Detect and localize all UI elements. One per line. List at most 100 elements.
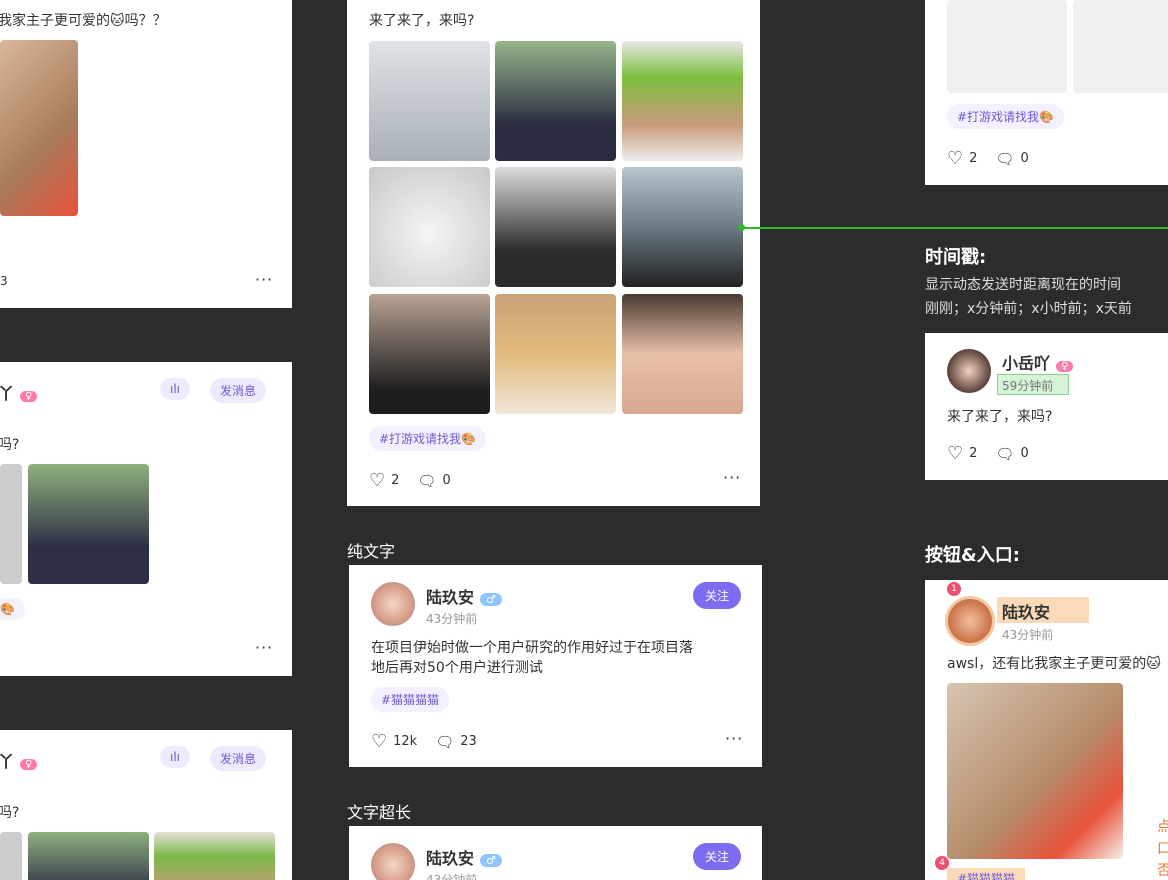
photo-placeholder-2[interactable] <box>1073 0 1168 93</box>
post-content-line-2: 地后再对50个用户进行测试 <box>371 660 543 676</box>
anime-photo[interactable] <box>28 832 149 880</box>
heart-icon: ♡ <box>947 443 964 464</box>
post-text: 我家主子更可爱的🐱吗？？ <box>0 13 167 29</box>
stats-button[interactable]: ılı <box>160 746 191 768</box>
message-button[interactable]: 发消息 <box>210 378 267 403</box>
post-text: 吗? <box>0 805 20 821</box>
comment-icon: 🗨 <box>435 732 455 751</box>
more-icon[interactable]: ··· <box>255 638 273 657</box>
post-time: 43分钟前 <box>426 873 478 880</box>
more-icon[interactable]: ··· <box>255 270 273 289</box>
user-name[interactable]: 陆玖安 ♂ <box>426 584 502 608</box>
photo-placeholder-1[interactable] <box>947 0 1067 93</box>
grid-photo-1[interactable] <box>369 41 490 161</box>
grid-photo-5[interactable] <box>495 167 616 287</box>
left-card-2: 丫 ♀ ılı 发消息 吗? 🎨 ··· <box>0 362 292 676</box>
timestamp-desc-2: 刚刚；x分钟前；x小时前；x天前 <box>925 301 1132 317</box>
post-time: 43分钟前 <box>1002 628 1054 642</box>
left-card-3: 丫 ♀ ılı 发消息 吗? <box>0 730 292 880</box>
badge-1: 1 <box>947 582 961 596</box>
gender-badge: ♀ <box>20 391 38 402</box>
message-button[interactable]: 发消息 <box>210 746 267 771</box>
follow-button[interactable]: 关注 <box>693 843 742 870</box>
like-button[interactable]: ♡ 12k <box>371 731 417 752</box>
section-plain-text: 纯文字 <box>347 542 396 561</box>
user-name[interactable]: 陆玖安 <box>1002 599 1050 623</box>
heart-icon: ♡ <box>369 470 386 491</box>
tag-partial[interactable]: 🎨 <box>0 598 25 620</box>
timestamp-demo-card: 小岳吖 ♀ 59分钟前 来了来了，来吗? ♡ 2 🗨 0 <box>925 333 1168 480</box>
grid-photo-7[interactable] <box>369 294 490 414</box>
right-top-card: #打游戏请找我🎨 ♡ 2 🗨 0 <box>925 0 1168 185</box>
comment-button[interactable]: 🗨 0 <box>995 150 1028 168</box>
like-button[interactable]: ♡ 2 <box>369 470 399 491</box>
comment-icon: 🗨 <box>995 149 1015 168</box>
anime-photo[interactable] <box>28 464 149 584</box>
gender-badge: ♀ <box>1056 361 1074 372</box>
post-text: awsl，还有比我家主子更可爱的🐱 <box>947 656 1161 672</box>
avatar[interactable] <box>371 582 415 626</box>
tag-highlight[interactable]: #猫猫猫猫 <box>947 868 1026 880</box>
post-actions: ♡ 2 🗨 0 <box>947 148 1029 169</box>
heart-icon: ♡ <box>947 148 964 169</box>
more-icon[interactable]: ··· <box>723 468 741 487</box>
side-annotation: 点 口 否 <box>1157 819 1168 879</box>
comment-button[interactable]: 🗨 23 <box>435 733 477 751</box>
comment-count: 3 <box>0 274 8 288</box>
photo-partial[interactable] <box>0 464 22 584</box>
avatar[interactable] <box>371 843 415 880</box>
post-actions: ♡ 12k 🗨 23 <box>371 731 477 752</box>
post-time: 59分钟前 <box>1002 379 1054 393</box>
timestamp-title: 时间戳: <box>925 247 987 268</box>
selfie-photo[interactable] <box>154 832 275 880</box>
user-name[interactable]: 小岳吖 ♀ <box>1002 350 1074 374</box>
comment-button[interactable]: 🗨 0 <box>995 445 1028 463</box>
user-name: 丫 ♀ <box>0 380 38 404</box>
post-actions: ♡ 2 🗨 0 <box>947 443 1029 464</box>
post-time: 43分钟前 <box>426 612 478 626</box>
grid-photo-8[interactable] <box>495 294 616 414</box>
more-icon[interactable]: ··· <box>725 729 743 748</box>
gender-badge: ♀ <box>20 759 38 770</box>
comment-icon: 🗨 <box>995 444 1015 463</box>
photo-partial[interactable] <box>0 832 22 880</box>
avatar[interactable] <box>945 596 995 646</box>
plain-text-card: 陆玖安 ♂ 43分钟前 关注 在项目伊始时做一个用户研究的作用好过于在项目落 地后… <box>349 565 762 767</box>
gender-badge: ♂ <box>480 854 502 867</box>
grid-photo-4[interactable] <box>369 167 490 287</box>
user-name: 丫 ♀ <box>0 748 38 772</box>
post-tag[interactable]: #打游戏请找我🎨 <box>369 426 486 451</box>
stats-button[interactable]: ılı <box>160 378 191 400</box>
post-actions: ♡ 2 🗨 0 <box>369 470 451 491</box>
grid-photo-9[interactable] <box>622 294 743 414</box>
grid-photo-6[interactable] <box>622 167 743 287</box>
comment-icon: 🗨 <box>417 471 437 490</box>
timestamp-desc-1: 显示动态发送时距离现在的时间 <box>925 277 1121 293</box>
long-text-card: 陆玖安 ♂ 43分钟前 关注 <box>349 826 762 880</box>
button-entry-title: 按钮&入口: <box>925 545 1020 566</box>
comment-button[interactable]: 🗨 0 <box>417 472 450 490</box>
grid-post-card: 来了来了，来吗? #打游戏请找我🎨 ♡ 2 🗨 0 ··· <box>347 0 760 506</box>
cat-photo[interactable] <box>0 40 78 216</box>
follow-button[interactable]: 关注 <box>693 582 742 609</box>
post-text: 来了来了，来吗? <box>369 13 475 29</box>
section-long-text: 文字超长 <box>347 803 412 822</box>
left-card-1: 我家主子更可爱的🐱吗？？ 3 ··· <box>0 0 292 308</box>
post-tag[interactable]: #猫猫猫猫 <box>371 687 450 712</box>
grid-photo-2[interactable] <box>495 41 616 161</box>
grid-photo-3[interactable] <box>622 41 743 161</box>
post-text: 吗? <box>0 437 20 453</box>
post-text: 来了来了，来吗? <box>947 409 1053 425</box>
heart-icon: ♡ <box>371 731 388 752</box>
annotation-connector-line <box>740 227 1168 229</box>
user-name[interactable]: 陆玖安 ♂ <box>426 845 502 869</box>
post-content-line-1: 在项目伊始时做一个用户研究的作用好过于在项目落 <box>371 640 693 656</box>
annotation-connector-dot <box>738 224 745 231</box>
post-tag[interactable]: #打游戏请找我🎨 <box>947 104 1064 129</box>
gender-badge: ♂ <box>480 593 502 606</box>
avatar[interactable] <box>947 349 991 393</box>
button-demo-card: 1 陆玖安 43分钟前 awsl，还有比我家主子更可爱的🐱 点 口 否 4 #猫… <box>925 580 1168 880</box>
like-button[interactable]: ♡ 2 <box>947 148 977 169</box>
cat-photo[interactable] <box>947 683 1123 859</box>
like-button[interactable]: ♡ 2 <box>947 443 977 464</box>
